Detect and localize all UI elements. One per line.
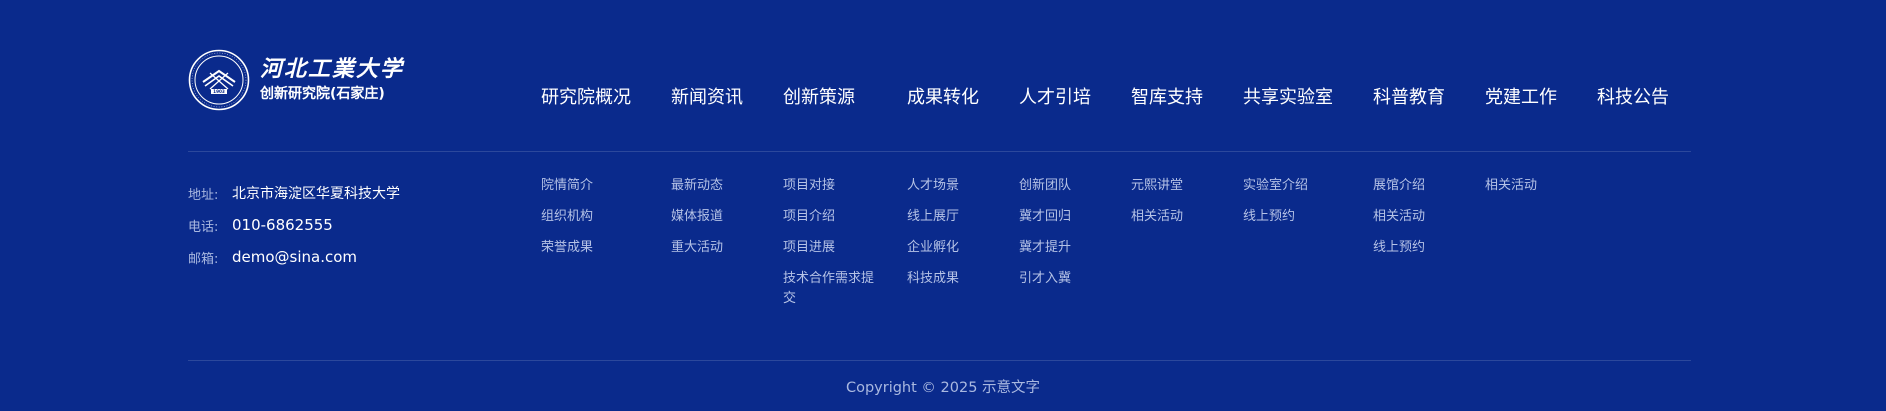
email-value: demo@sina.com <box>232 248 358 266</box>
nav-item-talent[interactable]: 人才引培 <box>1019 86 1091 110</box>
university-logo[interactable]: 1903 河北工業大学 创新研究院(石家庄) <box>188 49 404 111</box>
top-divider <box>188 151 1691 152</box>
nav-item-innovation[interactable]: 创新策源 <box>783 86 855 110</box>
links-column-party-building: 相关活动 <box>1485 176 1581 207</box>
nav-item-shared-lab[interactable]: 共享实验室 <box>1243 86 1333 110</box>
seal-year: 1903 <box>213 89 225 94</box>
university-name: 河北工業大学 <box>260 56 405 82</box>
link-item[interactable]: 创新团队 <box>1019 176 1115 196</box>
link-item[interactable]: 线上预约 <box>1243 207 1339 227</box>
link-item[interactable]: 冀才提升 <box>1019 238 1115 258</box>
link-item[interactable]: 实验室介绍 <box>1243 176 1339 196</box>
links-column-overview: 院情简介 组织机构 荣誉成果 <box>541 176 637 269</box>
link-item[interactable]: 引才入冀 <box>1019 269 1115 289</box>
copyright-text: Copyright © 2025 示意文字 <box>845 380 1041 396</box>
links-column-achievements: 人才场景 线上展厅 企业孵化 科技成果 <box>907 176 1003 300</box>
link-item[interactable]: 最新动态 <box>671 176 767 196</box>
link-item[interactable]: 相关活动 <box>1131 207 1227 227</box>
address-value: 北京市海淀区华夏科技大学 <box>232 186 400 202</box>
link-item[interactable]: 技术合作需求提交 <box>783 269 879 309</box>
contact-email: 邮箱: demo@sina.com <box>188 241 400 273</box>
link-item[interactable]: 元熙讲堂 <box>1131 176 1227 196</box>
link-item[interactable]: 项目进展 <box>783 238 879 258</box>
link-item[interactable]: 线上预约 <box>1373 238 1469 258</box>
nav-item-party-building[interactable]: 党建工作 <box>1485 86 1557 110</box>
links-column-shared-lab: 实验室介绍 线上预约 <box>1243 176 1339 238</box>
phone-value: 010-6862555 <box>232 216 333 234</box>
links-column-think-tank: 元熙讲堂 相关活动 <box>1131 176 1227 238</box>
link-item[interactable]: 科技成果 <box>907 269 1003 289</box>
link-item[interactable]: 人才场景 <box>907 176 1003 196</box>
link-item[interactable]: 媒体报道 <box>671 207 767 227</box>
email-label: 邮箱: <box>188 251 219 267</box>
nav-item-think-tank[interactable]: 智库支持 <box>1131 86 1203 110</box>
contact-address: 地址: 北京市海淀区华夏科技大学 <box>188 177 400 209</box>
university-seal-icon: 1903 <box>188 49 250 111</box>
link-item[interactable]: 相关活动 <box>1485 176 1581 196</box>
bottom-divider <box>188 360 1691 361</box>
link-item[interactable]: 线上展厅 <box>907 207 1003 227</box>
link-item[interactable]: 荣誉成果 <box>541 238 637 258</box>
nav-item-overview[interactable]: 研究院概况 <box>541 86 631 110</box>
contact-info: 地址: 北京市海淀区华夏科技大学 电话: 010-6862555 邮箱: dem… <box>188 177 400 273</box>
address-label: 地址: <box>188 187 219 203</box>
contact-phone: 电话: 010-6862555 <box>188 209 400 241</box>
institute-name: 创新研究院(石家庄) <box>260 86 385 102</box>
link-item[interactable]: 冀才回归 <box>1019 207 1115 227</box>
nav-item-science-education[interactable]: 科普教育 <box>1373 86 1445 110</box>
link-item[interactable]: 组织机构 <box>541 207 637 227</box>
nav-item-news[interactable]: 新闻资讯 <box>671 86 743 110</box>
link-item[interactable]: 相关活动 <box>1373 207 1469 227</box>
phone-label: 电话: <box>188 219 219 235</box>
links-column-science-education: 展馆介绍 相关活动 线上预约 <box>1373 176 1469 269</box>
links-column-talent: 创新团队 冀才回归 冀才提升 引才入冀 <box>1019 176 1115 300</box>
links-column-news: 最新动态 媒体报道 重大活动 <box>671 176 767 269</box>
nav-item-achievements[interactable]: 成果转化 <box>907 86 979 110</box>
link-item[interactable]: 重大活动 <box>671 238 767 258</box>
links-column-innovation: 项目对接 项目介绍 项目进展 技术合作需求提交 <box>783 176 879 320</box>
link-item[interactable]: 项目介绍 <box>783 207 879 227</box>
link-item[interactable]: 展馆介绍 <box>1373 176 1469 196</box>
site-footer: 1903 河北工業大学 创新研究院(石家庄) 研究院概况 新闻资讯 创新策源 成… <box>0 0 1886 411</box>
link-item[interactable]: 企业孵化 <box>907 238 1003 258</box>
link-item[interactable]: 项目对接 <box>783 176 879 196</box>
link-item[interactable]: 院情简介 <box>541 176 637 196</box>
nav-item-announcements[interactable]: 科技公告 <box>1597 86 1669 110</box>
